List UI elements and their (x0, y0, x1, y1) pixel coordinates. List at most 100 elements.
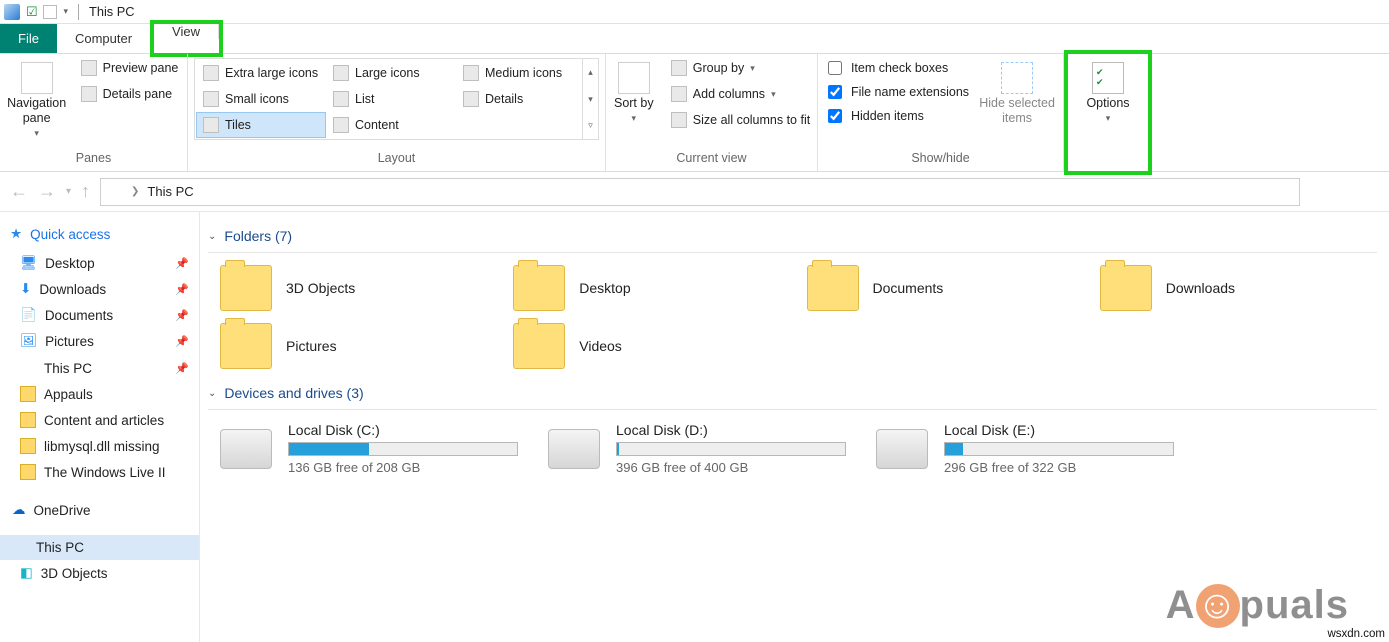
sidebar-item-content-and-articles[interactable]: Content and articles (0, 407, 199, 433)
drive-local-disk-c-[interactable]: Local Disk (C:)136 GB free of 208 GB (220, 422, 540, 475)
options-icon: ✔ ✔ (1092, 62, 1124, 94)
folder-label: 3D Objects (286, 280, 355, 296)
add-columns-button[interactable]: Add columns ▾ (667, 84, 814, 104)
layout-mode-icon (333, 117, 349, 133)
nav-forward-button[interactable]: → (38, 181, 56, 202)
layout-mode-medium-icons[interactable]: Medium icons (456, 60, 586, 86)
preview-pane-button[interactable]: Preview pane (77, 58, 183, 78)
pin-icon: 📌 (175, 309, 189, 322)
sidebar-this-pc[interactable]: This PC (0, 535, 199, 560)
size-columns-button[interactable]: Size all columns to fit (667, 110, 814, 130)
pictures-icon: 🖼 (20, 333, 37, 349)
section-folders-header[interactable]: ⌄ Folders (7) (200, 224, 1385, 252)
item-checkboxes-input[interactable] (828, 61, 842, 75)
folder-icon (20, 438, 36, 454)
options-button[interactable]: ✔ ✔ Options ▾ (1076, 58, 1140, 124)
layout-mode-tiles[interactable]: Tiles (196, 112, 326, 138)
layout-mode-details[interactable]: Details (456, 86, 586, 112)
cube-icon: ◧ (20, 565, 33, 581)
drive-local-disk-e-[interactable]: Local Disk (E:)296 GB free of 322 GB (876, 422, 1196, 475)
thispc-label: This PC (36, 540, 84, 555)
preview-pane-label: Preview pane (103, 61, 179, 75)
content-pane: ⌄ Folders (7) 3D Objects DesktopDocuments… (200, 212, 1389, 642)
file-extensions-toggle[interactable]: File name extensions (824, 82, 969, 102)
nav-recent-dropdown[interactable]: ▾ (66, 186, 71, 197)
sidebar-item-desktop[interactable]: 🖥Desktop📌 (0, 250, 199, 276)
drive-usage-bar (288, 442, 518, 456)
hide-selected-button[interactable]: Hide selected items (977, 58, 1057, 126)
sidebar-item-this-pc[interactable]: This PC📌 (0, 356, 199, 381)
layout-mode-icon (203, 117, 219, 133)
sidebar-item-label: Appauls (44, 387, 93, 402)
sort-by-button[interactable]: Sort by ▾ (609, 58, 659, 124)
folder-label: Videos (579, 338, 622, 354)
hidden-items-input[interactable] (828, 109, 842, 123)
sidebar-item-appauls[interactable]: Appauls (0, 381, 199, 407)
group-by-button[interactable]: Group by ▾ (667, 58, 814, 78)
sidebar-quick-access[interactable]: ★ Quick access (0, 222, 199, 250)
address-bar[interactable]: ❯ This PC (100, 178, 1300, 206)
ribbon-group-options: ✔ ✔ Options ▾ (1068, 54, 1148, 148)
layout-mode-large-icons[interactable]: Large icons (326, 60, 456, 86)
sidebar-3d-objects[interactable]: ◧ 3D Objects (0, 560, 199, 586)
tab-computer[interactable]: Computer (57, 24, 150, 53)
layout-mode-content[interactable]: Content (326, 112, 456, 138)
tab-file[interactable]: File (0, 24, 57, 53)
drive-icon (548, 429, 600, 469)
sidebar-item-libmysql-dll-missing[interactable]: libmysql.dll missing (0, 433, 199, 459)
folder-pictures[interactable]: Pictures (220, 323, 505, 369)
drive-icon (220, 429, 272, 469)
layout-scroll-arrows[interactable]: ▴▾▿ (582, 59, 598, 139)
breadcrumb-location[interactable]: This PC (147, 184, 193, 199)
navpane-label: Navigation pane (5, 96, 69, 126)
layout-mode-small-icons[interactable]: Small icons (196, 86, 326, 112)
section-drives-header[interactable]: ⌄ Devices and drives (3) (200, 381, 1385, 409)
file-extensions-input[interactable] (828, 85, 842, 99)
downloads-icon: ⬇ (20, 281, 31, 297)
chevron-down-icon: ⌄ (208, 231, 216, 242)
folder-downloads[interactable]: Downloads (1100, 265, 1385, 311)
layout-mode-icon (463, 65, 479, 81)
navigation-pane-button[interactable]: Navigation pane ▾ (5, 58, 69, 139)
drives-grid: Local Disk (C:)136 GB free of 208 GBLoca… (200, 422, 1385, 475)
3dobjects-label: 3D Objects (41, 566, 108, 581)
details-pane-button[interactable]: Details pane (77, 84, 183, 104)
drive-free-text: 396 GB free of 400 GB (616, 460, 868, 475)
item-checkboxes-toggle[interactable]: Item check boxes (824, 58, 969, 78)
sidebar-item-label: Pictures (45, 334, 94, 349)
groupby-icon (671, 60, 687, 76)
group-label-currentview: Current view (676, 147, 746, 169)
divider (208, 409, 1377, 410)
sidebar-item-label: Downloads (39, 282, 106, 297)
layout-mode-label: Content (355, 118, 399, 132)
sidebar-item-the-windows-live-ii[interactable]: The Windows Live II (0, 459, 199, 485)
details-pane-icon (81, 86, 97, 102)
qat-dropdown-icon[interactable]: ▾ (63, 6, 68, 17)
folder-desktop[interactable]: Desktop (513, 265, 798, 311)
nav-up-button[interactable]: ↑ (81, 181, 90, 202)
sidebar-item-label: This PC (44, 361, 92, 376)
sidebar-item-pictures[interactable]: 🖼Pictures📌 (0, 328, 199, 354)
ribbon-group-panes: Navigation pane ▾ Preview pane Details p… (0, 54, 188, 171)
pin-icon: 📌 (175, 257, 189, 270)
folder-videos[interactable]: Videos (513, 323, 798, 369)
navigation-row: ← → ▾ ↑ ❯ This PC (0, 172, 1389, 212)
layout-mode-label: Medium icons (485, 66, 562, 80)
qat-properties-icon[interactable]: ☑ (26, 4, 37, 20)
drive-local-disk-d-[interactable]: Local Disk (D:)396 GB free of 400 GB (548, 422, 868, 475)
folder-icon (1100, 265, 1152, 311)
nav-back-button[interactable]: ← (10, 181, 28, 202)
sort-by-label: Sort by (614, 96, 654, 111)
qat-newfolder-icon[interactable] (43, 5, 57, 19)
sidebar-onedrive[interactable]: ☁ OneDrive (0, 497, 199, 523)
layout-mode-extra-large-icons[interactable]: Extra large icons (196, 60, 326, 86)
folder-documents[interactable]: Documents (807, 265, 1092, 311)
hidden-items-toggle[interactable]: Hidden items (824, 106, 969, 126)
sidebar-item-documents[interactable]: 📄Documents📌 (0, 302, 199, 328)
layout-mode-icon (333, 91, 349, 107)
folder-3d-objects[interactable]: 3D Objects (220, 265, 505, 311)
folder-icon (807, 265, 859, 311)
tab-view[interactable]: View (154, 24, 219, 39)
layout-mode-list[interactable]: List (326, 86, 456, 112)
sidebar-item-downloads[interactable]: ⬇Downloads📌 (0, 276, 199, 302)
